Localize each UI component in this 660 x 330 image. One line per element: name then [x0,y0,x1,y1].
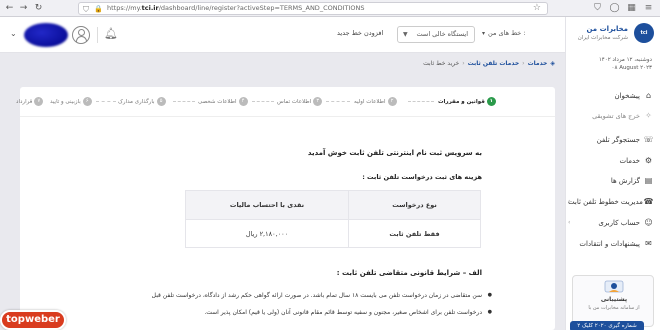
sidebar-item-reports[interactable]: ▤ گزارش ها [568,174,654,188]
step-contract[interactable]: قرارداد ۷ [16,97,44,106]
brand-subtitle: شرکت مخابرات ایران [577,35,628,41]
user-avatar-icon[interactable] [72,26,90,44]
date-persian: دوشنبه، ۱۲ مرداد ۱۴۰۲ [598,57,652,63]
support-call-button[interactable]: شماره گیری ۲۰۲۰ کلیک ۲ [570,321,644,330]
divider [97,27,98,43]
reload-icon[interactable]: ↻ [33,3,44,14]
step-terms[interactable]: قوانین و مقررات ۱ [438,97,496,106]
phone-lines-icon: ☎ [643,197,654,206]
user-account-icon: ☺ [644,218,653,227]
feedback-icon: ✉ [645,239,652,248]
step-contact-info[interactable]: اطلاعات تماس ۳ [277,97,323,106]
address-bar[interactable]: ⛉ 🔒 https://my.tci.ir/dashboard/line/reg… [78,2,548,15]
chevron-down-icon[interactable]: ⌄ [10,29,17,38]
phone-line-select-value: ایستگاه خالی است [416,30,468,38]
table-header-request-type: نوع درخواست [392,201,437,209]
bookmark-star-icon[interactable]: ☆ [533,3,541,14]
bell-icon[interactable]: 🔔︎ [104,27,118,43]
chevron-down-icon: ▼ [403,31,408,38]
list-item: درخواست تلفن برای اشخاص صغیر، مجنون و سف… [204,309,491,316]
sidebar-item-phone-lines[interactable]: ‹ ☎ مدیریت خطوط تلفن ثابت [568,195,654,209]
sidebar-item-services[interactable]: ⚙ خدمات [568,154,654,168]
add-line-link[interactable]: افزودن خط جدید [337,29,383,37]
shield-icon: ⛉ [83,5,89,14]
support-subtitle: از سامانه مخابرات من با [588,305,640,311]
forward-icon[interactable]: → [18,3,29,14]
fees-heading: هزینه های ثبت درخواست تلفن ثابت : [362,173,482,181]
redacted-user-name [24,23,68,47]
fees-table: نوع درخواست نقدی با احتساب مالیات فقط تل… [185,190,481,248]
my-lines-label[interactable]: ▾ خط های من : [482,29,526,37]
breadcrumb-level2: خرید خط ثابت [423,60,460,67]
services-icon: ◈ [550,60,555,67]
support-title: پشتیبانی [600,296,628,303]
url-suffix: /dashboard/line/register?activeStep=TERM… [158,4,365,12]
stepper: قوانین و مقررات ۱ اطلاعات اولیه ۲ اطلاعات … [16,87,555,117]
date-gregorian: ۰۸ August ۲۰۲۳ [611,65,652,71]
breadcrumb-home[interactable]: خدمات [528,60,548,67]
table-cell-request-type: فقط تلفن ثابت [389,230,440,238]
sidebar-item-account[interactable]: ‹ ☺ حساب کاربری [568,216,654,230]
breadcrumb: ◈خدمات‹خدمات تلفن ثابت‹خرید خط ثابت [423,60,555,67]
step-review[interactable]: بازبینی و تایید ۶ [50,97,92,106]
sidebar-item-feedback[interactable]: ✉ پیشنهادات و انتقادات [568,237,654,251]
chevron-left-icon: ‹ [568,219,571,226]
legal-conditions-heading: الف – شرایط قانونی متقاضی تلفن ثابت : [336,269,482,277]
step-personal-info[interactable]: اطلاعات شخصی ۴ [198,97,248,106]
dashboard-icon: ⌂ [645,91,652,100]
brand-name: مخابرات من [586,25,629,33]
list-item: سن متقاضی در زمان درخواست تلفن می بایست … [152,292,493,299]
step-upload-docs[interactable]: بارگذاری مدارک ۵ [118,97,166,106]
registration-card: قوانین و مقررات ۱ اطلاعات اولیه ۲ اطلاعات … [16,87,555,330]
back-icon[interactable]: ← [4,3,15,14]
sidebar-item-rewards[interactable]: ✧ خرج های تشویقی [568,109,654,123]
support-illustration-icon [604,280,624,293]
url-prefix: https://my. [107,4,142,12]
step-basic-info[interactable]: اطلاعات اولیه ۲ [354,97,397,106]
top-header: ⌄ 🔔︎ افزودن خط جدید ▼ ایستگاه خالی است ▾… [0,17,565,53]
chevron-left-icon: ‹ [568,198,571,205]
sidebar-item-dashboard[interactable]: ⌂ پیشخوان [568,89,654,103]
gift-icon: ✧ [645,111,652,120]
chevron-down-icon: ▾ [482,30,486,37]
extension-icon[interactable]: ▦ [626,3,637,14]
table-header-cash-price: نقدی با احتساب مالیات [229,201,305,209]
sidebar-item-phone-search[interactable]: ☏ جستجوگر تلفن [568,133,654,147]
breadcrumb-level1[interactable]: خدمات تلفن ثابت [468,60,520,67]
url-domain: tci.ir [141,4,159,12]
account-icon[interactable]: ◯ [609,3,620,14]
report-icon: ▤ [644,176,653,185]
services-icon: ⚙ [644,156,653,165]
browser-toolbar: ← → ↻ ⛉ 🔒 https://my.tci.ir/dashboard/li… [0,0,660,17]
phone-line-select[interactable]: ▼ ایستگاه خالی است [397,26,475,43]
search-phone-icon: ☏ [643,135,654,144]
topweber-watermark-logo: topweber [0,310,66,330]
table-cell-price: ۲,۱۸۰,۰۰۰ ریال [245,230,289,238]
brand-logo[interactable]: tci [634,23,654,43]
shield-tracking-icon[interactable]: ⛉ [592,3,603,14]
support-card: پشتیبانی از سامانه مخابرات من با [572,275,654,327]
lock-icon: 🔒 [94,5,103,13]
welcome-heading: به سرویس ثبت نام اینترنتی تلفن ثابت خوش … [307,149,482,157]
menu-icon[interactable]: ≡ [643,3,654,14]
sidebar: tci مخابرات من شرکت مخابرات ایران دوشنبه… [565,17,660,330]
